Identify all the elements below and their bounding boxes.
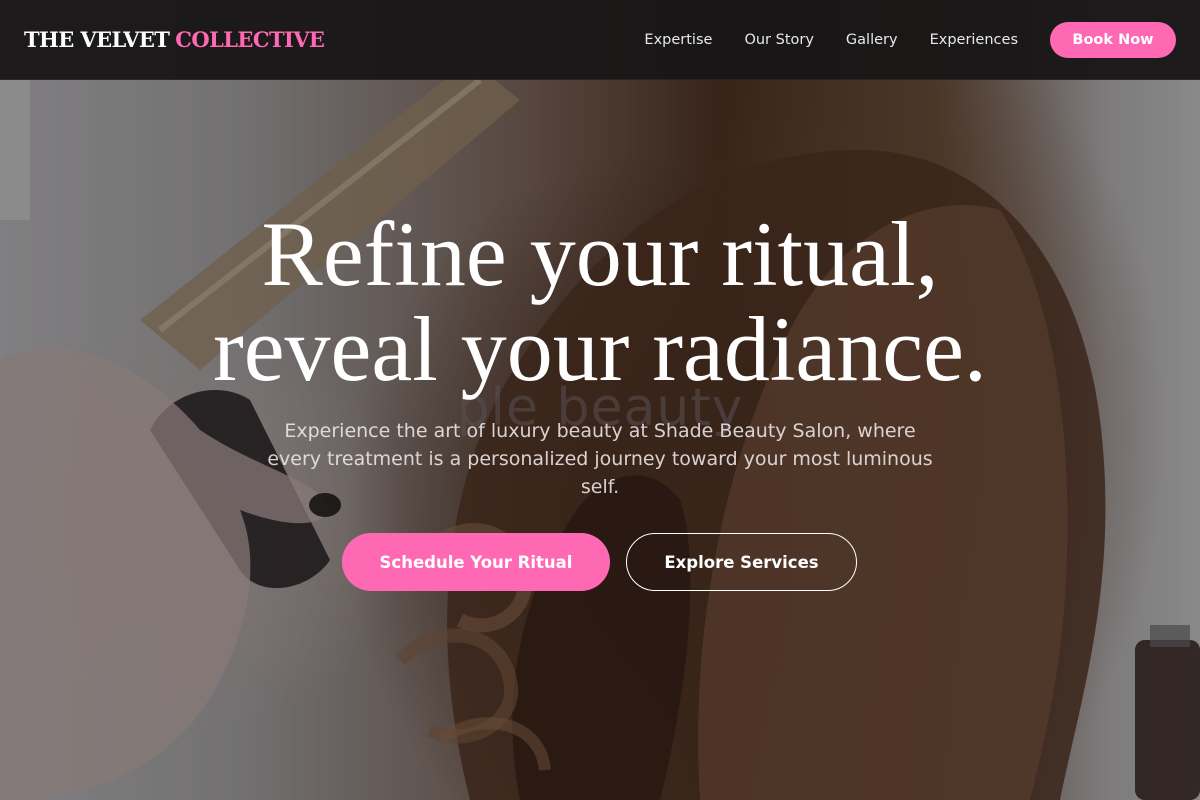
top-navigation: THE VELVET COLLECTIVE Expertise Our Story… [0, 0, 1200, 80]
nav-links: Expertise Our Story Gallery Experiences … [644, 21, 1176, 58]
nav-link-experiences[interactable]: Experiences [930, 32, 1018, 48]
logo-text-accent: COLLECTIVE [175, 27, 325, 52]
nav-link-gallery[interactable]: Gallery [846, 32, 898, 48]
brand-logo[interactable]: THE VELVET COLLECTIVE [24, 27, 325, 52]
book-now-button[interactable]: Book Now [1050, 21, 1176, 58]
logo-text-primary: THE VELVET [24, 27, 170, 52]
hero-content: Refine your ritual, reveal your radiance… [0, 0, 1200, 800]
hero-subtext: Experience the art of luxury beauty at S… [267, 420, 933, 498]
explore-services-button[interactable]: Explore Services [626, 533, 857, 591]
headline-line-2: reveal your radiance. [213, 298, 987, 400]
schedule-ritual-button[interactable]: Schedule Your Ritual [342, 533, 610, 591]
nav-link-expertise[interactable]: Expertise [644, 32, 712, 48]
headline-line-1: Refine your ritual, [261, 203, 939, 305]
nav-link-our-story[interactable]: Our Story [744, 32, 813, 48]
hero-headline: Refine your ritual, reveal your radiance… [0, 207, 1200, 397]
